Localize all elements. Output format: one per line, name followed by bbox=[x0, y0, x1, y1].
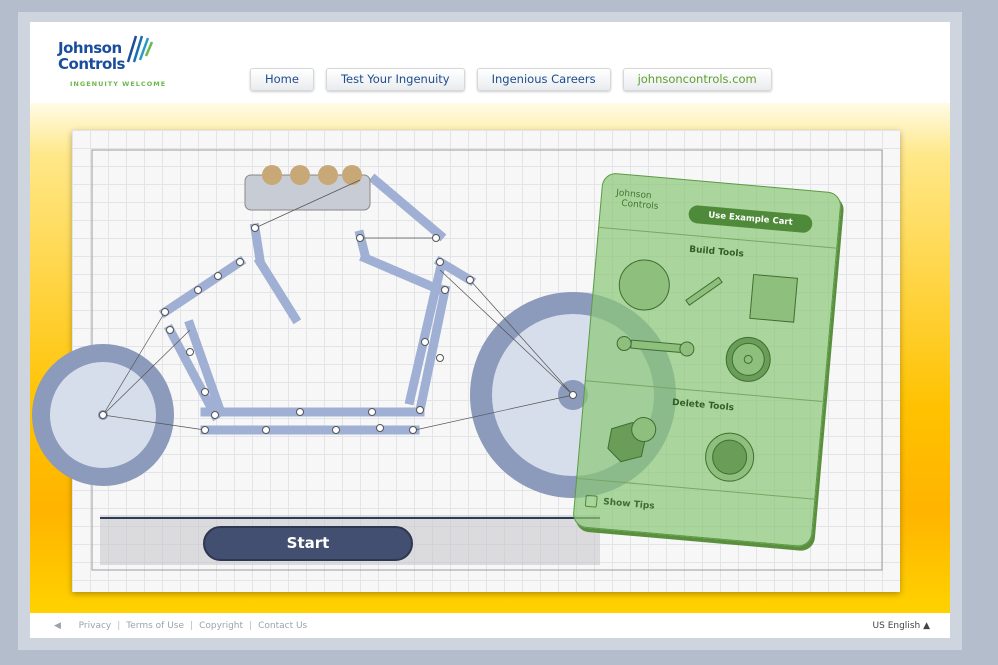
delete-all-icon bbox=[705, 432, 755, 482]
spring-tool-icon bbox=[616, 335, 695, 357]
wheel-tool-icon bbox=[725, 336, 771, 382]
tools-logo: Johnson Controls bbox=[615, 188, 659, 212]
beam-tool-icon bbox=[685, 276, 723, 306]
checkbox-icon bbox=[584, 494, 598, 508]
show-tips-checkbox[interactable]: Show Tips bbox=[584, 494, 655, 513]
use-example-cart-button[interactable]: Use Example Cart bbox=[687, 204, 814, 234]
start-button[interactable]: Start bbox=[203, 526, 413, 561]
tools-panel: Johnson Controls Use Example Cart Build T… bbox=[571, 172, 843, 548]
cart-beams bbox=[158, 173, 477, 435]
circle-tool-icon bbox=[618, 259, 670, 311]
delete-part-icon bbox=[607, 417, 657, 463]
cart-drawing bbox=[32, 149, 883, 571]
square-tool-icon bbox=[749, 273, 799, 323]
